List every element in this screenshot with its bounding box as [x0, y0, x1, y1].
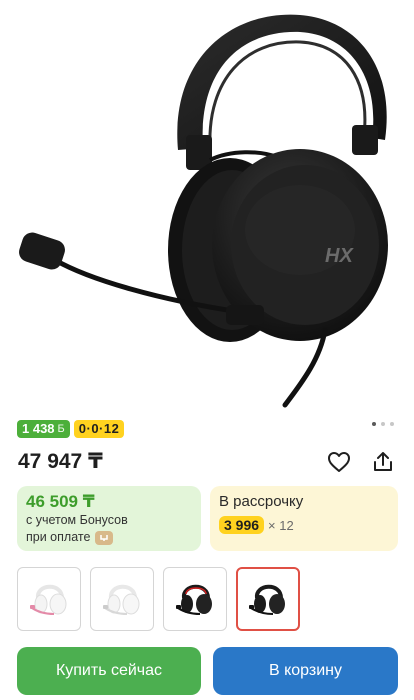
installment-badge: 0·0·12 [73, 420, 125, 438]
pagination-dot [381, 422, 385, 426]
installment-times: × 12 [268, 517, 294, 533]
buy-now-button[interactable]: Купить сейчас [17, 647, 201, 695]
payment-method-icon [95, 530, 114, 545]
headset-black-red-thumbnail [176, 584, 212, 615]
add-to-cart-button[interactable]: В корзину [213, 647, 398, 695]
bonus-price: 46 509 ₸ [26, 492, 95, 511]
headset-white-pink-thumbnail [30, 584, 67, 615]
heart-icon [328, 452, 350, 472]
installment-title: В рассрочку [219, 493, 304, 510]
product-image: HX [19, 14, 388, 408]
installment-card[interactable]: В рассрочку 3 996 × 12 [210, 486, 398, 551]
variant-thumb-white-pink[interactable] [17, 567, 81, 631]
bonus-currency: Б [57, 423, 65, 435]
product-price: 47 947 ₸ [18, 450, 103, 473]
share-button[interactable] [369, 448, 397, 476]
share-icon [374, 452, 392, 471]
bonus-note-line1: с учетом Бонусов [26, 513, 128, 527]
variant-thumb-black[interactable] [236, 567, 300, 631]
gallery-pagination [372, 422, 394, 426]
variant-selector [17, 567, 300, 631]
product-image-gallery[interactable]: HX [0, 0, 414, 412]
bonus-badge-value: 1 438 [22, 421, 55, 436]
favorite-button[interactable] [325, 448, 353, 476]
variant-thumb-white[interactable] [90, 567, 154, 631]
svg-text:HX: HX [325, 245, 354, 267]
pagination-dot-active [372, 422, 376, 426]
pagination-dot [390, 422, 394, 426]
promo-badges: 1 438 Б 0·0·12 [17, 420, 125, 438]
bonus-price-card[interactable]: 46 509 ₸ с учетом Бонусов при оплате [17, 486, 201, 551]
variant-thumb-black-red[interactable] [163, 567, 227, 631]
installment-amount: 3 996 [219, 516, 265, 534]
bonus-note-line2: при оплате [26, 530, 91, 544]
bonus-badge: 1 438 Б [17, 420, 70, 438]
headset-white-thumbnail [103, 584, 140, 615]
headset-black-thumbnail [249, 584, 285, 615]
